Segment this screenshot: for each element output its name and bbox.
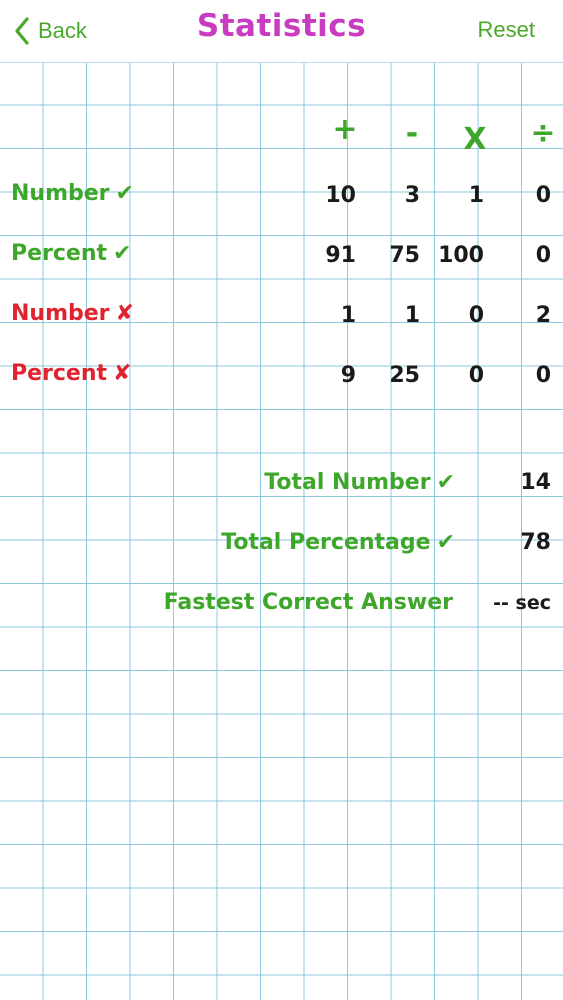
cell-percent-correct-subtraction: 75 bbox=[389, 243, 420, 268]
cell-percent-correct-division: 0 bbox=[535, 243, 551, 268]
row-label-number-correct: Number ✔ bbox=[11, 181, 134, 206]
cell-number-wrong-addition: 1 bbox=[340, 303, 356, 328]
cell-percent-correct-addition: 91 bbox=[325, 243, 356, 268]
row-label-number-wrong: Number ✘ bbox=[11, 301, 134, 326]
cell-number-correct-subtraction: 3 bbox=[404, 183, 420, 208]
row-label-percent-wrong: Percent ✘ bbox=[11, 361, 131, 386]
fastest-correct-answer-label: Fastest Correct Answer bbox=[163, 590, 453, 615]
summary-label-text: Total Number bbox=[264, 470, 431, 495]
cell-percent-wrong-division: 0 bbox=[535, 363, 551, 388]
check-icon: ✔ bbox=[436, 470, 455, 495]
row-label-text: Percent bbox=[11, 241, 108, 266]
op-header-addition: + bbox=[332, 112, 358, 147]
reset-button[interactable]: Reset bbox=[478, 17, 535, 43]
cross-icon: ✘ bbox=[113, 361, 132, 386]
op-header-multiplication: X bbox=[463, 122, 487, 157]
cell-number-correct-addition: 10 bbox=[325, 183, 356, 208]
total-percentage-label: Total Percentage ✔ bbox=[221, 530, 455, 555]
cell-percent-correct-multiplication: 100 bbox=[438, 243, 484, 268]
check-icon: ✔ bbox=[115, 181, 134, 206]
op-header-subtraction: - bbox=[405, 116, 419, 151]
fastest-correct-answer-value: -- sec bbox=[493, 592, 551, 614]
cell-percent-wrong-multiplication: 0 bbox=[468, 363, 484, 388]
total-number-label: Total Number ✔ bbox=[264, 470, 455, 495]
row-label-text: Number bbox=[11, 301, 110, 326]
row-label-text: Percent bbox=[11, 361, 108, 386]
cell-number-wrong-division: 2 bbox=[535, 303, 551, 328]
cell-number-correct-division: 0 bbox=[535, 183, 551, 208]
cell-percent-wrong-subtraction: 25 bbox=[389, 363, 420, 388]
cell-number-wrong-multiplication: 0 bbox=[468, 303, 484, 328]
cross-icon: ✘ bbox=[115, 301, 134, 326]
check-icon: ✔ bbox=[113, 241, 132, 266]
row-label-text: Number bbox=[11, 181, 110, 206]
total-number-value: 14 bbox=[520, 470, 551, 495]
cell-number-correct-multiplication: 1 bbox=[468, 183, 484, 208]
navigation-bar: Back Statistics Reset bbox=[0, 0, 563, 63]
total-percentage-value: 78 bbox=[520, 530, 551, 555]
cell-percent-wrong-addition: 9 bbox=[340, 363, 356, 388]
summary-label-text: Total Percentage bbox=[221, 530, 431, 555]
row-label-percent-correct: Percent ✔ bbox=[11, 241, 131, 266]
cell-number-wrong-subtraction: 1 bbox=[404, 303, 420, 328]
check-icon: ✔ bbox=[436, 530, 455, 555]
op-header-division: ÷ bbox=[530, 116, 556, 151]
